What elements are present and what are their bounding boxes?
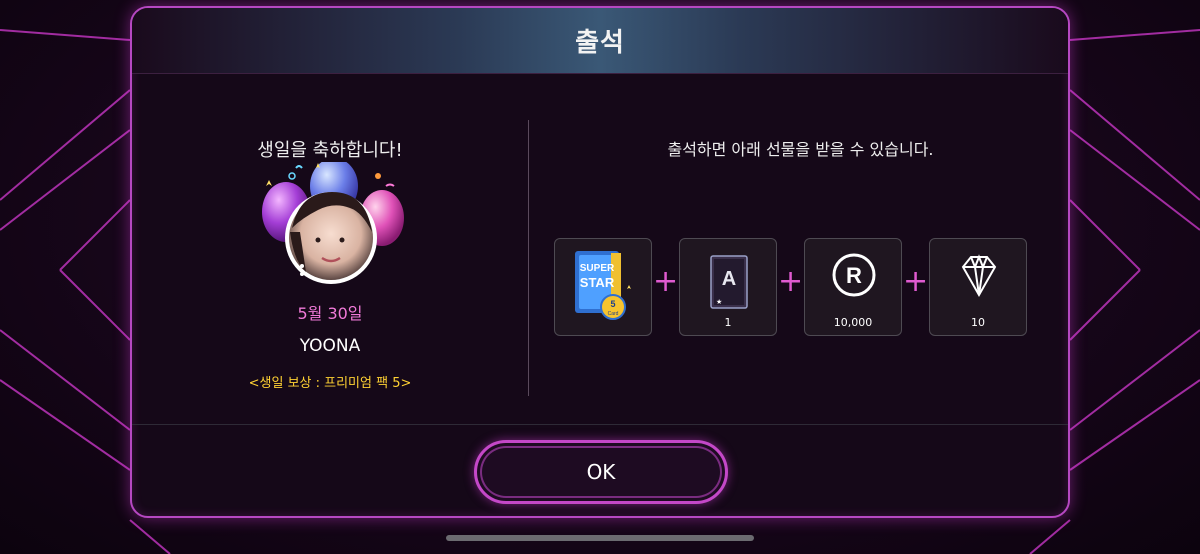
reward-item-r-coin: R 10,000: [804, 238, 902, 336]
r-coin-icon: R: [832, 253, 876, 297]
plus-sign: +: [903, 264, 929, 299]
home-indicator[interactable]: [446, 535, 754, 541]
pack-badge-text: Card: [608, 311, 619, 317]
birthday-message: 생일을 축하합니다!: [257, 140, 403, 161]
artist-name: YOONA: [299, 336, 361, 356]
item-quantity: 1: [724, 316, 732, 329]
dialog-body: 생일을 축하합니다! 5월 30일 YOONA <생일 보상: 프리미엄 팩 …: [132, 74, 1068, 424]
pack-badge-num: 5: [610, 299, 615, 309]
reward-item-diamond: 10: [929, 238, 1027, 336]
pack-text-super: SUPER: [580, 263, 615, 274]
item-quantity: 10: [971, 316, 985, 329]
a-grade-card-icon: A ★: [710, 255, 748, 309]
attendance-panel: 출석하면 아래 선물을 받을 수 있습니다. SUPER STAR 5 Card…: [529, 74, 1068, 424]
birthday-artwork: [262, 162, 404, 284]
item-quantity: 10,000: [833, 316, 873, 329]
dialog-title: 출석: [575, 28, 625, 58]
avatar: [285, 192, 377, 284]
plus-sign: +: [778, 264, 804, 299]
reward-item-card-pack: SUPER STAR 5 Card: [554, 238, 652, 336]
pack-text-star: STAR: [580, 275, 615, 290]
coin-letter: R: [846, 263, 862, 288]
reward-item-a-card: A ★ 1: [679, 238, 777, 336]
attendance-dialog: 출석 생일을 축하합니다! 5월 30일 YOONA <생일 보상: 프리미엄…: [130, 6, 1070, 518]
svg-text:★: ★: [716, 298, 722, 306]
birthday-date: 5월 30일: [297, 304, 363, 323]
dialog-header: 출석: [132, 8, 1068, 74]
birthday-reward: <생일 보상 : 프리미엄 팩 5>: [248, 376, 412, 391]
plus-sign: +: [653, 264, 679, 299]
birthday-panel: 생일을 축하합니다! 5월 30일 YOONA <생일 보상: 프리미엄 팩 …: [132, 74, 528, 424]
card-grade: A: [722, 268, 736, 290]
card-pack-icon: SUPER STAR 5 Card: [575, 251, 631, 320]
footer-divider: [132, 424, 1068, 425]
diamond-icon: [961, 254, 997, 298]
attendance-message: 출석하면 아래 선물을 받을 수 있습니다.: [667, 140, 934, 159]
ok-button[interactable]: OK: [474, 440, 728, 504]
